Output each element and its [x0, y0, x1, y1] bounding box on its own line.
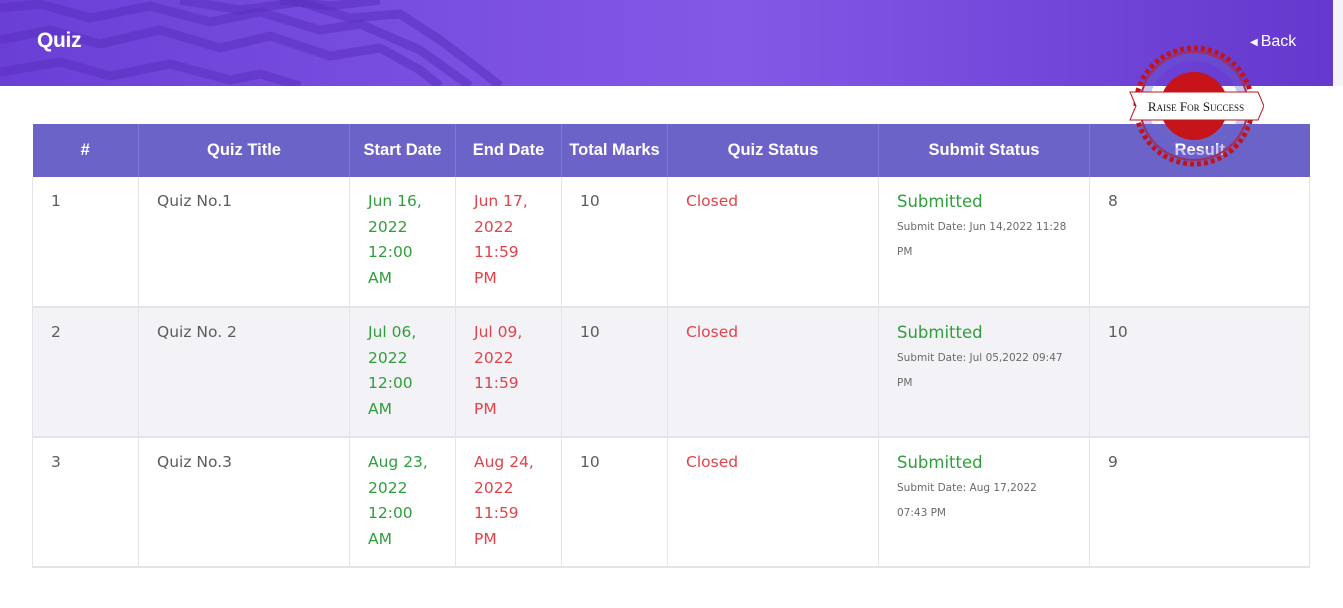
submit-date-cont: 07:43 PM	[897, 507, 946, 519]
start-date-line: Aug 23,	[368, 453, 428, 471]
submit-date: Submit Date: Aug 17,2022	[897, 481, 1037, 494]
table-header-row: # Quiz Title Start Date End Date Total M…	[32, 124, 1310, 177]
end-date-line: Jul 09,	[474, 323, 523, 341]
end-date: Jun 17, 2022 11:59 PM	[455, 177, 562, 308]
total-marks: 10	[561, 307, 668, 438]
end-date-line: 11:59 PM	[474, 243, 519, 287]
banner-edge	[1333, 0, 1343, 86]
submit-status: Submitted Submit Date: Aug 17,2022 07:43…	[878, 437, 1090, 568]
start-date-line: 2022	[368, 217, 408, 236]
submit-date: Submit Date: Jul 05,2022 09:47	[897, 351, 1063, 364]
row-index: 2	[32, 307, 139, 438]
end-date-line: 11:59 PM	[474, 374, 519, 418]
back-label: Back	[1260, 33, 1297, 50]
page-title: Quiz	[37, 29, 82, 52]
result: 9	[1089, 437, 1310, 568]
start-date-line: Jul 06,	[368, 323, 417, 341]
table-row[interactable]: 3 Quiz No.3 Aug 23, 2022 12:00 AM Aug 24…	[32, 437, 1310, 568]
start-date: Jul 06, 2022 12:00 AM	[349, 307, 456, 438]
submit-status-label: Submitted	[897, 453, 983, 472]
raise-for-success-badge-logo: Raise For Success	[1129, 45, 1264, 167]
quiz-title[interactable]: Quiz No.1	[138, 177, 350, 308]
column-header-quiz-title[interactable]: Quiz Title	[138, 124, 350, 177]
result: 10	[1089, 307, 1310, 438]
column-header-quiz-status[interactable]: Quiz Status	[667, 124, 879, 177]
start-date-line: AM	[368, 268, 392, 287]
submit-status: Submitted Submit Date: Jun 14,2022 11:28…	[878, 177, 1090, 308]
end-date: Jul 09, 2022 11:59 PM	[455, 307, 562, 438]
start-date: Aug 23, 2022 12:00 AM	[349, 437, 456, 568]
column-header-end-date[interactable]: End Date	[455, 124, 562, 177]
end-date-line: Jun 17,	[474, 192, 528, 210]
start-date-line: AM	[368, 399, 392, 418]
end-date: Aug 24, 2022 11:59 PM	[455, 437, 562, 568]
badge-banner-text: Raise For Success	[1148, 99, 1244, 114]
quiz-status: Closed	[667, 177, 879, 308]
start-date-line: 2022	[368, 478, 408, 497]
submit-status-label: Submitted	[897, 323, 983, 342]
total-marks: 10	[561, 437, 668, 568]
start-date-line: 12:00	[368, 374, 413, 392]
end-date-line: 2022	[474, 217, 514, 236]
start-date: Jun 16, 2022 12:00 AM	[349, 177, 456, 308]
start-date-line: 12:00	[368, 243, 413, 261]
quiz-table-container: # Quiz Title Start Date End Date Total M…	[32, 124, 1310, 568]
end-date-line: 2022	[474, 478, 514, 497]
start-date-line: 2022	[368, 348, 408, 367]
end-date-line: 2022	[474, 348, 514, 367]
submit-date: Submit Date: Jun 14,2022 11:28	[897, 220, 1067, 233]
submit-date-cont: PM	[897, 377, 913, 389]
result: 8	[1089, 177, 1310, 308]
quiz-title[interactable]: Quiz No.3	[138, 437, 350, 568]
column-header-start-date[interactable]: Start Date	[349, 124, 456, 177]
start-date-line: Jun 16,	[368, 192, 422, 210]
quiz-title[interactable]: Quiz No. 2	[138, 307, 350, 438]
row-index: 3	[32, 437, 139, 568]
table-row[interactable]: 1 Quiz No.1 Jun 16, 2022 12:00 AM Jun 17…	[32, 177, 1310, 308]
start-date-line: AM	[368, 529, 392, 548]
end-date-line: Aug 24,	[474, 453, 534, 471]
end-date-line: 11:59 PM	[474, 504, 519, 548]
column-header-submit-status[interactable]: Submit Status	[878, 124, 1090, 177]
quiz-status: Closed	[667, 307, 879, 438]
column-header-total-marks[interactable]: Total Marks	[561, 124, 668, 177]
table-row[interactable]: 2 Quiz No. 2 Jul 06, 2022 12:00 AM Jul 0…	[32, 307, 1310, 438]
submit-status: Submitted Submit Date: Jul 05,2022 09:47…	[878, 307, 1090, 438]
start-date-line: 12:00	[368, 504, 413, 522]
quiz-table: # Quiz Title Start Date End Date Total M…	[32, 124, 1310, 568]
quiz-status: Closed	[667, 437, 879, 568]
row-index: 1	[32, 177, 139, 308]
submit-status-label: Submitted	[897, 192, 983, 211]
total-marks: 10	[561, 177, 668, 308]
submit-date-cont: PM	[897, 246, 913, 258]
column-header-index[interactable]: #	[32, 124, 139, 177]
